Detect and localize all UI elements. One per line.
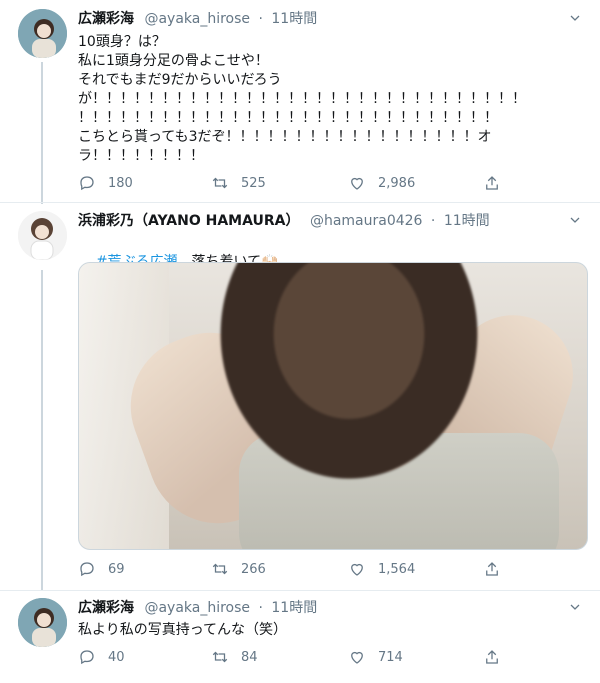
tweet-1[interactable]: 広瀬彩海 @ayaka_hirose · 11時間 10頭身？は？ 私に1頭身分… <box>0 0 600 205</box>
reply-count: 180 <box>108 175 133 191</box>
reply-icon <box>80 650 94 665</box>
retweet-button[interactable]: 84 <box>211 647 258 667</box>
chevron-down-icon[interactable] <box>568 601 582 615</box>
avatar[interactable] <box>18 598 67 647</box>
avatar[interactable] <box>18 211 67 260</box>
divider <box>0 590 600 591</box>
retweet-icon <box>212 563 228 575</box>
video-thumbnail[interactable] <box>78 262 588 550</box>
like-count: 2,986 <box>378 175 416 191</box>
chevron-down-icon[interactable] <box>568 214 582 228</box>
retweet-button[interactable]: 266 <box>211 559 266 579</box>
heart-icon <box>351 177 363 190</box>
like-button[interactable]: 2,986 <box>348 173 415 193</box>
tweet-actions: 69 266 1,564 <box>78 559 508 579</box>
reply-button[interactable]: 180 <box>78 173 133 193</box>
user-handle[interactable]: @hamaura0426 <box>310 213 423 229</box>
user-handle[interactable]: @ayaka_hirose <box>144 600 250 616</box>
retweet-count: 525 <box>241 175 266 191</box>
avatar-image <box>18 598 67 647</box>
like-count: 1,564 <box>378 561 416 577</box>
retweet-count: 266 <box>241 561 266 577</box>
retweet-count: 84 <box>241 649 258 665</box>
tweet-actions: 180 525 2,986 <box>78 173 508 193</box>
retweet-icon <box>212 177 228 189</box>
share-button[interactable] <box>483 559 501 579</box>
reply-button[interactable]: 40 <box>78 647 125 667</box>
share-icon <box>486 562 498 576</box>
tweet-text: 10頭身？は？ 私に1頭身分足の骨よこせや！ それでもまだ9だからいいだろう が… <box>78 34 526 164</box>
share-icon <box>486 650 498 664</box>
reply-count: 40 <box>108 649 125 665</box>
share-button[interactable] <box>483 173 501 193</box>
share-button[interactable] <box>483 647 501 667</box>
tweet-actions: 40 84 714 <box>78 647 508 667</box>
separator-dot: · <box>258 600 263 616</box>
avatar[interactable] <box>18 9 67 58</box>
timestamp[interactable]: 11時間 <box>271 600 317 616</box>
reply-count: 69 <box>108 561 125 577</box>
separator-dot: · <box>430 213 436 229</box>
photo-detail <box>199 263 499 503</box>
reply-icon <box>80 176 94 191</box>
tweet-header: 広瀬彩海 @ayaka_hirose · 11時間 <box>78 9 560 29</box>
tweet-header: 広瀬彩海 @ayaka_hirose · 11時間 <box>78 598 560 618</box>
separator-dot: · <box>258 11 263 27</box>
share-icon <box>486 176 498 190</box>
avatar-image <box>18 211 67 260</box>
like-count: 714 <box>378 649 403 665</box>
retweet-icon <box>212 651 228 663</box>
avatar-image <box>18 9 67 58</box>
timeline: 広瀬彩海 @ayaka_hirose · 11時間 10頭身？は？ 私に1頭身分… <box>0 0 600 683</box>
reply-icon <box>80 562 94 577</box>
timestamp[interactable]: 11時間 <box>271 11 317 27</box>
display-name[interactable]: 広瀬彩海 <box>78 600 134 616</box>
timestamp[interactable]: 11時間 <box>444 213 490 229</box>
chevron-down-icon[interactable] <box>568 12 582 26</box>
like-button[interactable]: 714 <box>348 647 403 667</box>
display-name[interactable]: 浜浦彩乃（AYANO HAMAURA） <box>78 213 300 229</box>
tweet-header: 浜浦彩乃（AYANO HAMAURA） @hamaura0426 · 11時間 <box>78 211 560 231</box>
like-button[interactable]: 1,564 <box>348 559 415 579</box>
heart-icon <box>351 651 363 664</box>
user-handle[interactable]: @ayaka_hirose <box>144 11 250 27</box>
tweet-text: 私より私の写真持ってんな（笑） <box>78 622 288 638</box>
heart-icon <box>351 563 363 576</box>
reply-button[interactable]: 69 <box>78 559 125 579</box>
retweet-button[interactable]: 525 <box>211 173 266 193</box>
display-name[interactable]: 広瀬彩海 <box>78 11 134 27</box>
